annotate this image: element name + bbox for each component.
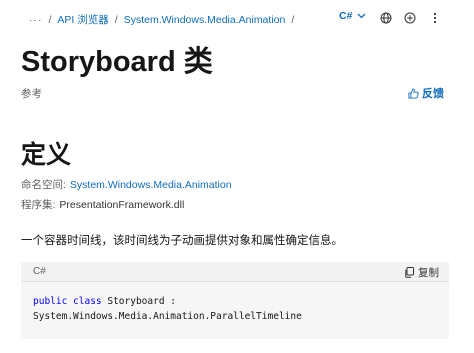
more-vertical-icon[interactable] — [428, 11, 442, 25]
reference-label: 参考 — [21, 88, 42, 100]
language-selector[interactable]: C# — [339, 10, 366, 22]
code-line: System.Windows.Media.Animation.ParallelT… — [33, 311, 302, 322]
breadcrumb-separator: / — [114, 13, 118, 26]
copy-button[interactable]: 复制 — [404, 265, 439, 280]
top-bar: ··· / API 浏览器 / System.Windows.Media.Ani… — [0, 0, 474, 38]
assembly-row: 程序集: PresentationFramework.dll — [21, 197, 184, 212]
code-block-header: C# 复制 — [21, 262, 449, 282]
code-line: public class Storyboard : — [33, 296, 176, 307]
chevron-down-icon — [357, 13, 366, 19]
feedback-button[interactable]: 反馈 — [408, 85, 444, 101]
assembly-label: 程序集: — [21, 199, 56, 211]
code-text: Storyboard : — [101, 296, 176, 307]
language-label: C# — [339, 10, 353, 22]
add-circle-icon[interactable] — [403, 11, 417, 25]
code-language-label: C# — [33, 266, 46, 277]
namespace-link[interactable]: System.Windows.Media.Animation — [70, 179, 232, 191]
assembly-value: PresentationFramework.dll — [59, 199, 185, 211]
namespace-row: 命名空间: System.Windows.Media.Animation — [21, 177, 232, 192]
page-title: Storyboard 类 — [21, 46, 213, 78]
breadcrumb: ··· / API 浏览器 / System.Windows.Media.Ani… — [29, 12, 300, 27]
feedback-label: 反馈 — [422, 88, 444, 100]
breadcrumb-namespace-link[interactable]: System.Windows.Media.Animation — [124, 14, 286, 26]
breadcrumb-api-browser-link[interactable]: API 浏览器 — [57, 12, 108, 27]
globe-icon[interactable] — [379, 11, 393, 25]
class-description: 一个容器时间线，该时间线为子动画提供对象和属性确定信息。 — [21, 235, 343, 247]
code-block: public class Storyboard : System.Windows… — [21, 282, 449, 339]
thumbs-up-icon — [408, 87, 419, 99]
toolbar: C# — [339, 10, 437, 24]
breadcrumb-separator: / — [291, 13, 295, 26]
breadcrumb-separator: / — [48, 13, 52, 26]
copy-label: 复制 — [418, 267, 439, 279]
breadcrumb-more-button[interactable]: ··· — [29, 14, 43, 26]
namespace-label: 命名空间: — [21, 179, 66, 191]
copy-icon — [405, 267, 414, 278]
definition-heading: 定义 — [21, 141, 72, 169]
code-keyword: public class — [33, 296, 102, 307]
